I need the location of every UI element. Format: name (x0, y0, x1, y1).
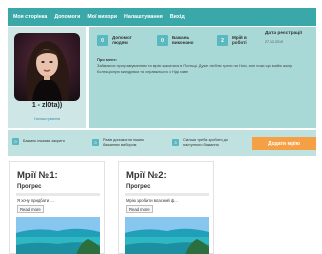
registration-title: Дата реєстрації (265, 31, 302, 36)
dream-title: Мрії №1: (17, 170, 58, 181)
dream-photo (125, 217, 209, 254)
action-remaining-label-line2: наступного бажання (183, 142, 219, 147)
stat-dreams-label-line2: роботі (232, 40, 247, 46)
dream-description: Я хочу придбати ... (17, 198, 54, 203)
nav-my-page[interactable]: Моя сторінка (13, 14, 47, 20)
action-helped-others: 0 Разів допомогли іншим бажаннях вибором (92, 138, 144, 147)
dream-description: Мрію зробити власний ф... (126, 198, 178, 203)
nav-helps[interactable]: Допомоги (54, 14, 80, 20)
stat-dreams: 2 Мрій в роботі (217, 35, 247, 49)
settings-link[interactable]: Налаштування (8, 117, 86, 121)
about-heading: Про мене: (97, 57, 118, 62)
action-remaining-count: 3 (172, 139, 179, 147)
username: 1 - zl0ta)) (31, 102, 63, 109)
action-remaining-label-line1: Скільки треба зробити до (183, 138, 228, 142)
about-text-2: Колекціоную мандрівки та справжнього з Н… (97, 69, 189, 74)
avatar (14, 33, 80, 101)
dream-progress-label: Прогрес (17, 184, 42, 190)
dream-progress-bar (16, 193, 100, 196)
action-closed-count: 0 (12, 138, 19, 145)
dream-title: Мрії №2: (126, 170, 167, 181)
dream-photo (16, 217, 100, 254)
read-more-button[interactable]: Read more (126, 205, 153, 213)
nav-logout[interactable]: Вихід (170, 14, 185, 20)
stat-dreams-count: 2 (217, 35, 228, 46)
dream-progress-bar (125, 193, 209, 196)
nav-settings[interactable]: Налаштування (124, 14, 163, 20)
stat-wishes: 0 Бажань виконано (157, 35, 194, 49)
action-closed-wishes: 0 Бажань іншими закрито (12, 138, 65, 145)
action-helped-label-line1: Разів допомогли іншим (103, 138, 144, 142)
actions-bar: 0 Бажань іншими закрито 0 Разів допомогл… (8, 130, 316, 156)
top-navigation: Моя сторінка Допомоги Мої вихори Налашту… (8, 8, 316, 26)
dream-card-1: Мрії №1: Прогрес Я хочу придбати ... Rea… (9, 161, 105, 254)
nav-my-whirls[interactable]: Мої вихори (87, 14, 117, 20)
profile-info-panel: 0 Допомог людям 0 Бажань виконано 2 Мрій… (89, 27, 316, 128)
action-closed-label: Бажань іншими закрито (23, 139, 65, 144)
action-helped-label-line2: бажаннях вибором (103, 142, 137, 147)
dream-progress-label: Прогрес (126, 184, 151, 190)
registration-date: Дата реєстрації 27.12.2019 (265, 31, 302, 44)
add-dream-button[interactable]: Додати мрію (252, 137, 316, 150)
stat-wishes-label-line2: виконано (172, 40, 194, 46)
read-more-button[interactable]: Read more (17, 205, 44, 213)
dream-card-2: Мрії №2: Прогрес Мрію зробити власний ф.… (118, 161, 214, 254)
profile-section: 1 - zl0ta)) Налаштування 0 Допомог людям… (8, 27, 316, 128)
registration-value: 27.12.2019 (265, 40, 283, 44)
about-section: Про мене: Займаюся програмуванням та мрі… (97, 57, 309, 74)
stat-helps-count: 0 (97, 35, 108, 46)
stat-helps: 0 Допомог людям (97, 35, 132, 49)
about-text: Займаюся програмуванням та мрію жакатися… (97, 63, 293, 68)
action-helped-count: 0 (92, 139, 99, 147)
action-remaining: 3 Скільки треба зробити до наступного ба… (172, 138, 228, 147)
profile-card: 1 - zl0ta)) Налаштування (8, 27, 86, 128)
stat-helps-label-line2: людям (112, 40, 128, 46)
stat-wishes-count: 0 (157, 35, 168, 46)
